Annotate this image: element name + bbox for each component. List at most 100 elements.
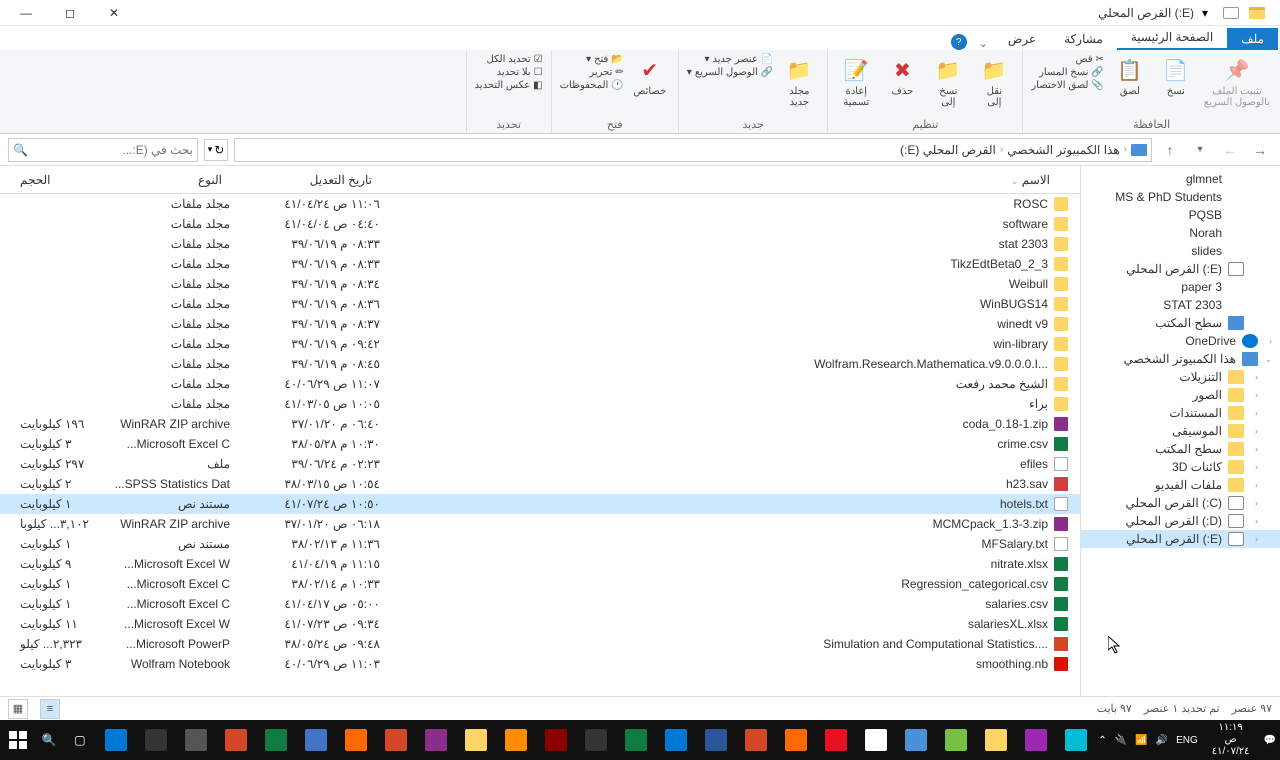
open-button[interactable]: 📂 فتح ▾ xyxy=(560,54,624,65)
crumb-drive[interactable]: القرص المحلي (E:) xyxy=(896,143,1000,157)
nav-item[interactable]: ‹(E:) القرص المحلي xyxy=(1081,530,1280,548)
tab-view[interactable]: عرض xyxy=(994,28,1050,50)
taskbar-app[interactable] xyxy=(696,721,736,759)
rename-button[interactable]: 📝إعادة تسمية xyxy=(836,54,876,110)
file-row[interactable]: Regression_categorical.csv١٠:٣٣ م ٣٨/٠٢/… xyxy=(0,574,1080,594)
pin-quick-access-button[interactable]: 📌تثبيت الملف بالوصول السريع xyxy=(1202,54,1272,110)
file-row[interactable]: smoothing.nb١١:٠٣ ص ٤٠/٠٦/٢٩Wolfram Note… xyxy=(0,654,1080,674)
taskbar-app[interactable] xyxy=(856,721,896,759)
new-item-button[interactable]: 📄 عنصر جديد ▾ xyxy=(687,54,774,65)
file-row[interactable]: TikzEdtBeta0_2_3٠٨:٣٣ م ٣٩/٠٦/١٩مجلد ملف… xyxy=(0,254,1080,274)
nav-item[interactable]: ‹(D:) القرص المحلي xyxy=(1081,512,1280,530)
copy-path-button[interactable]: 🔗 نسخ المسار xyxy=(1031,67,1104,78)
forward-button[interactable]: ← xyxy=(1218,138,1242,162)
minimize-button[interactable]: — xyxy=(4,0,48,26)
file-row[interactable]: Wolfram.Research.Mathematica.v9.0.0.0.I.… xyxy=(0,354,1080,374)
file-row[interactable]: Weibull٠٨:٣٤ م ٣٩/٠٦/١٩مجلد ملفات xyxy=(0,274,1080,294)
close-button[interactable]: ✕ xyxy=(92,0,136,26)
taskbar-app[interactable] xyxy=(816,721,856,759)
taskbar-app[interactable] xyxy=(1056,721,1096,759)
taskbar-app[interactable] xyxy=(576,721,616,759)
nav-item[interactable]: PQSB xyxy=(1081,206,1280,224)
nav-item[interactable]: ‹المستندات xyxy=(1081,404,1280,422)
nav-item[interactable]: ‹الموسيقى xyxy=(1081,422,1280,440)
nav-item[interactable]: ‹OneDrive xyxy=(1081,332,1280,350)
file-row[interactable]: Simulation and Computational Statistics.… xyxy=(0,634,1080,654)
col-name[interactable]: الاسم ⌄ xyxy=(380,173,1080,187)
explorer-icon[interactable] xyxy=(1246,2,1268,24)
tray-clock[interactable]: ١١:١٩ ص ٤١/٠٧/٢٤ xyxy=(1206,722,1256,758)
system-tray[interactable]: ⌃ 🔌 📶 🔊 ENG ١١:١٩ ص ٤١/٠٧/٢٤ 💬 xyxy=(1098,722,1276,758)
nav-item[interactable]: ‹كائنات 3D xyxy=(1081,458,1280,476)
search-input[interactable] xyxy=(28,143,193,157)
nav-item[interactable]: glmnet xyxy=(1081,170,1280,188)
invert-selection-button[interactable]: ◧ عكس التحديد xyxy=(475,80,543,91)
tab-home[interactable]: الصفحة الرئيسية xyxy=(1117,26,1227,50)
file-row[interactable]: crime.csv١٠:٣٠ م ٣٨/٠٥/٢٨Microsoft Excel… xyxy=(0,434,1080,454)
file-row[interactable]: hotels.txt١٠:٥٠ ص ٤١/٠٧/٢٤مستند نص١ كيلو… xyxy=(0,494,1080,514)
nav-item[interactable]: ‹الصور xyxy=(1081,386,1280,404)
nav-item[interactable]: ‹سطح المكتب xyxy=(1081,440,1280,458)
file-row[interactable]: h23.sav١٠:٥٤ ص ٣٨/٠٣/١٥SPSS Statistics D… xyxy=(0,474,1080,494)
taskbar-app[interactable] xyxy=(376,721,416,759)
nav-item[interactable]: STAT 2303 xyxy=(1081,296,1280,314)
taskbar-app[interactable] xyxy=(256,721,296,759)
taskbar-app[interactable] xyxy=(96,721,136,759)
file-row[interactable]: salaries.csv٠٥:٠٠ ص ٤١/٠٤/١٧Microsoft Ex… xyxy=(0,594,1080,614)
file-row[interactable]: MFSalary.txt١١:٣٦ م ٣٨/٠٢/١٣مستند نص١ كي… xyxy=(0,534,1080,554)
taskbar-app[interactable] xyxy=(896,721,936,759)
tray-power-icon[interactable]: 🔌 xyxy=(1115,735,1127,746)
taskbar-app[interactable] xyxy=(216,721,256,759)
file-row[interactable]: MCMCpack_1.3-3.zip٠٦:١٨ ص ٣٧/٠١/٢٠WinRAR… xyxy=(0,514,1080,534)
paste-button[interactable]: 📋لصق xyxy=(1110,54,1150,99)
large-icons-view-button[interactable]: ▦ xyxy=(8,699,28,719)
nav-item[interactable]: paper 3 xyxy=(1081,278,1280,296)
copy-button[interactable]: 📄نسخ xyxy=(1156,54,1196,99)
taskbar-app[interactable] xyxy=(496,721,536,759)
file-row[interactable]: WinBUGS14٠٨:٣٦ م ٣٩/٠٦/١٩مجلد ملفات xyxy=(0,294,1080,314)
refresh-button[interactable]: ↻▾ xyxy=(204,139,228,161)
select-none-button[interactable]: ☐ بلا تحديد xyxy=(475,67,543,78)
nav-item[interactable]: ‹ملفات الفيديو xyxy=(1081,476,1280,494)
navigation-pane[interactable]: glmnetMS & PhD StudentsPQSBNorahslides(E… xyxy=(1080,166,1280,696)
taskbar-app[interactable] xyxy=(456,721,496,759)
file-list[interactable]: ROSC١١:٠٦ ص ٤١/٠٤/٢٤مجلد ملفاتsoftware٠٤… xyxy=(0,194,1080,696)
taskbar-app[interactable] xyxy=(1016,721,1056,759)
taskbar-app[interactable] xyxy=(296,721,336,759)
nav-item[interactable]: slides xyxy=(1081,242,1280,260)
file-row[interactable]: ROSC١١:٠٦ ص ٤١/٠٤/٢٤مجلد ملفات xyxy=(0,194,1080,214)
nav-item[interactable]: MS & PhD Students xyxy=(1081,188,1280,206)
file-row[interactable]: efiles٠٢:٢٣ م ٣٩/٠٦/٢٤ملف٢٩٧ كيلوبايت xyxy=(0,454,1080,474)
breadcrumb[interactable]: ‹ هذا الكمبيوتر الشخصي ‹ القرص المحلي (E… xyxy=(234,138,1152,162)
taskbar-app[interactable] xyxy=(336,721,376,759)
taskbar-app[interactable] xyxy=(776,721,816,759)
file-row[interactable]: براء١٠:٠٥ ص ٤١/٠٣/٠٥مجلد ملفات xyxy=(0,394,1080,414)
col-type[interactable]: النوع xyxy=(100,173,230,187)
taskbar-app[interactable] xyxy=(176,721,216,759)
properties-button[interactable]: ✔خصائص xyxy=(630,54,670,99)
help-icon[interactable]: ? xyxy=(951,34,967,50)
file-row[interactable]: salariesXL.xlsx٠٩:٣٤ ص ٤١/٠٧/٢٣Microsoft… xyxy=(0,614,1080,634)
nav-item[interactable]: سطح المكتب xyxy=(1081,314,1280,332)
nav-item[interactable]: ‹(C:) القرص المحلي xyxy=(1081,494,1280,512)
tray-chevron-icon[interactable]: ⌃ xyxy=(1098,735,1106,746)
new-folder-button[interactable]: 📁مجلد جديد xyxy=(779,54,819,110)
nav-item[interactable]: ⌄هذا الكمبيوتر الشخصي xyxy=(1081,350,1280,368)
taskbar-app[interactable] xyxy=(936,721,976,759)
tray-network-icon[interactable]: 📶 xyxy=(1135,735,1147,746)
taskbar-app[interactable] xyxy=(536,721,576,759)
taskbar-app[interactable] xyxy=(656,721,696,759)
delete-button[interactable]: ✖حذف xyxy=(882,54,922,99)
ribbon-expand-icon[interactable]: ⌄ xyxy=(973,37,994,50)
col-date[interactable]: تاريخ التعديل xyxy=(230,173,380,187)
cut-button[interactable]: ✂ قص xyxy=(1031,54,1104,65)
history-button[interactable]: 🕐 المحفوظات xyxy=(560,80,624,91)
up-button[interactable]: ↑ xyxy=(1158,138,1182,162)
search-box[interactable]: 🔍 xyxy=(8,138,198,162)
taskbar-app[interactable] xyxy=(616,721,656,759)
taskbar-app[interactable] xyxy=(136,721,176,759)
paste-shortcut-button[interactable]: 📎 لصق الاختصار xyxy=(1031,80,1104,91)
maximize-button[interactable]: ◻ xyxy=(48,0,92,26)
crumb-pc[interactable]: هذا الكمبيوتر الشخصي xyxy=(1003,143,1123,157)
move-to-button[interactable]: 📁نقل إلى xyxy=(974,54,1014,110)
